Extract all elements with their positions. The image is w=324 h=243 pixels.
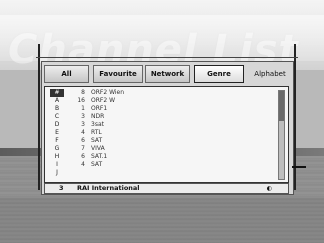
channel-number: 3 [81,121,85,128]
letter-item[interactable]: J [50,169,64,177]
channel-entries: 8 ORF2 Wien 16 ORF2 W 1 ORF1 3 NDR 3 3sat 4 RT… [71,89,124,169]
channel-number: 4 [81,129,85,136]
tab-favourite[interactable]: Favourite [93,65,143,83]
channel-row[interactable]: 3 3sat [71,121,124,129]
letter-item[interactable]: G [50,145,64,153]
letter-item[interactable]: D [50,121,64,129]
selected-channel-name: RAI International [77,184,140,192]
channel-list-panel: All Favourite Network Genre Alphabet # A… [41,61,294,195]
channel-number: 3 [81,113,85,120]
letter-item[interactable]: F [50,137,64,145]
frame-line-right [294,44,296,190]
channel-row[interactable]: 6 SAT [71,137,124,145]
channel-row[interactable]: 6 SAT.1 [71,153,124,161]
letter-item[interactable]: E [50,129,64,137]
tab-genre[interactable]: Genre [194,65,244,83]
selected-channel-bar[interactable]: 3 RAI International ◐ [44,183,289,194]
channel-name: ORF2 W [91,97,115,104]
channel-row[interactable]: 4 RTL [71,129,124,137]
sound-icon: ◐ [266,185,272,192]
channel-number: 16 [77,97,85,104]
letter-item[interactable]: H [50,153,64,161]
letter-index: # A B C D E F G H I J [50,89,64,177]
letter-item[interactable]: C [50,113,64,121]
channel-row[interactable]: 1 ORF1 [71,105,124,113]
channel-name: SAT [91,137,103,144]
water-band [0,198,324,243]
frame-line-top [36,57,298,58]
channel-number: 6 [81,137,85,144]
channel-name: SAT.1 [91,153,108,160]
pointer-line [292,166,306,168]
channel-row[interactable]: 4 SAT [71,161,124,169]
list-scrollbar[interactable] [278,90,285,180]
channel-name: VIVA [91,145,105,152]
letter-item[interactable]: B [50,105,64,113]
frame-line-left [38,44,40,190]
channel-number: 4 [81,161,85,168]
channel-name: ORF1 [91,105,108,112]
letter-item[interactable]: I [50,161,64,169]
letter-item[interactable]: A [50,97,64,105]
scroll-thumb[interactable] [279,91,284,121]
channel-number: 1 [81,105,85,112]
channel-name: NDR [91,113,105,120]
letter-item[interactable]: # [50,89,64,97]
channel-row[interactable]: 16 ORF2 W [71,97,124,105]
tab-network[interactable]: Network [145,65,190,83]
channel-list: # A B C D E F G H I J 8 ORF2 Wien 16 ORF2 … [44,86,289,183]
title-strip: Channel List [0,15,324,73]
channel-row[interactable]: 8 ORF2 Wien [71,89,124,97]
channel-number: 6 [81,153,85,160]
channel-row[interactable]: 3 NDR [71,113,124,121]
channel-name: ORF2 Wien [91,89,125,96]
channel-name: 3sat [91,121,104,128]
selected-channel-number: 3 [59,184,64,192]
channel-number: 8 [81,89,85,96]
channel-row[interactable]: 7 VIVA [71,145,124,153]
tab-alphabet[interactable]: Alphabet [247,65,293,83]
channel-name: RTL [91,129,102,136]
channel-name: SAT [91,161,103,168]
tab-all[interactable]: All [44,65,89,83]
channel-number: 7 [81,145,85,152]
